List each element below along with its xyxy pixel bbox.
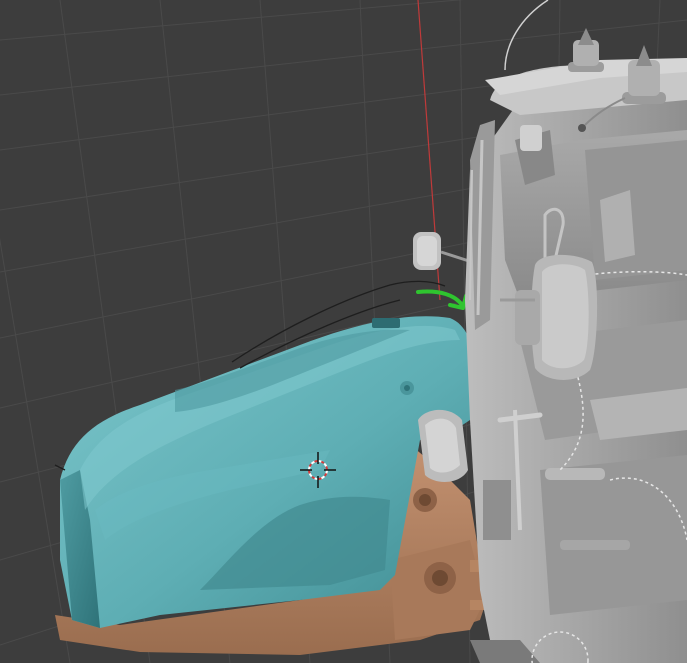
front-mirror[interactable] [418,409,468,482]
3d-viewport[interactable] [0,0,687,663]
viewport-canvas[interactable] [0,0,687,663]
roof-bolt [578,124,586,132]
beacon-light-1[interactable] [568,28,604,72]
annotation-arrow [416,289,468,310]
beacon-light-2[interactable] [622,45,666,104]
antenna[interactable] [504,0,549,71]
